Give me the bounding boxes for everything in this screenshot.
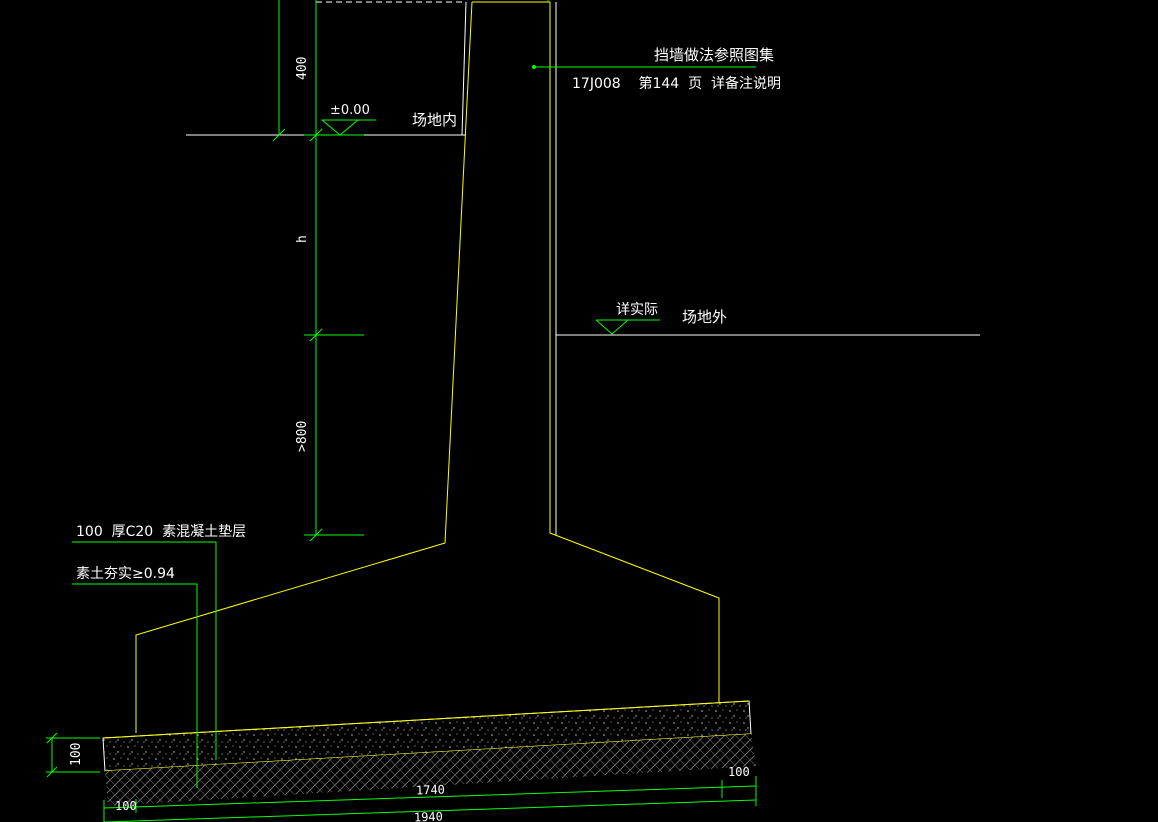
cad-drawing: 挡墙做法参照图集 17J008 第144 页 详备注说明 ±0.00 场地内 详… <box>0 0 1158 822</box>
dim-right-offset: 100 <box>728 765 750 779</box>
dim-wall-height: h <box>295 235 310 243</box>
dim-cushion-thickness: 100 <box>69 743 84 766</box>
dim-top-height: 400 <box>295 57 310 80</box>
vertical-dimension-chain <box>272 0 364 542</box>
retaining-wall-section: 挡墙做法参照图集 17J008 第144 页 详备注说明 ±0.00 场地内 详… <box>46 0 980 822</box>
dim-left-offset: 100 <box>115 799 137 813</box>
level-symbol-inside <box>321 119 376 136</box>
level-symbol-outside <box>595 319 660 335</box>
ref-line2-text: 17J008 第144 页 详备注说明 <box>572 75 781 92</box>
site-outside-text: 场地外 <box>682 308 727 326</box>
site-inside-text: 场地内 <box>412 111 457 129</box>
level-outside-text: 详实际 <box>616 302 658 318</box>
level-inside-text: ±0.00 <box>330 103 370 118</box>
dim-total-width: 1940 <box>414 810 443 822</box>
wall-inner-face-left <box>461 1 467 136</box>
dim-embed-depth: >800 <box>295 421 310 452</box>
ref-line1-text: 挡墙做法参照图集 <box>654 46 774 64</box>
cushion-note-text: 100 厚C20 素混凝土垫层 <box>76 524 246 540</box>
wall-outer-face <box>549 2 720 703</box>
soil-note-text: 素土夯实≥0.94 <box>76 566 175 582</box>
ref-leader-dot <box>532 65 536 69</box>
dim-base-width: 1740 <box>416 782 445 797</box>
